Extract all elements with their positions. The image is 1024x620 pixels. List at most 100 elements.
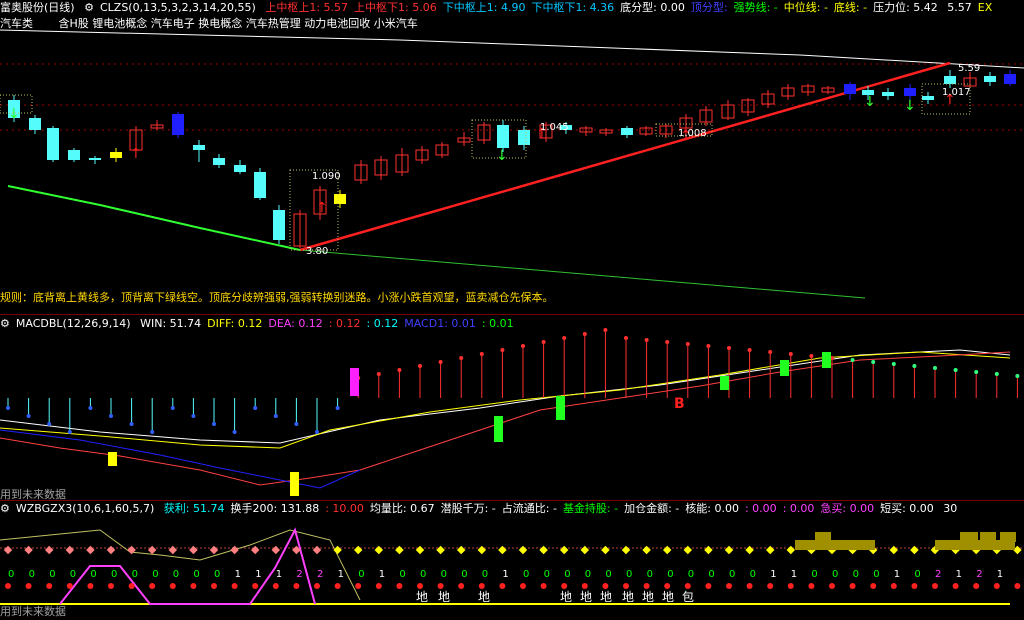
header3-item-9: : 0.00 xyxy=(744,502,777,515)
candle-body xyxy=(89,158,101,160)
wz-red-dot xyxy=(375,583,382,589)
wz-red-dot xyxy=(128,583,135,589)
signal-digit: 2 xyxy=(296,569,303,580)
wz-diamond xyxy=(539,545,548,555)
header3-item-13: 30 xyxy=(939,502,958,515)
macd-dot xyxy=(376,372,381,376)
wz-diamond xyxy=(230,545,239,555)
header3-item-11: 急买: 0.00 xyxy=(820,502,875,515)
panel-separator xyxy=(0,314,1024,315)
candle-body xyxy=(621,128,633,135)
sell-arrow: ↓ xyxy=(904,98,916,114)
signal-digit: 0 xyxy=(28,569,35,580)
signal-digit: 0 xyxy=(605,569,612,580)
ground-label: 地 xyxy=(416,590,429,604)
wz-diamond xyxy=(601,545,610,555)
header3-item-5: 占流通比: - xyxy=(501,502,557,515)
candle-body xyxy=(234,165,246,172)
sell-arrow: ↓ xyxy=(496,148,508,164)
macd-dot xyxy=(315,430,319,434)
price-label-p3: 1.008 xyxy=(678,128,707,139)
wz-diamond xyxy=(106,545,116,555)
wz-block xyxy=(960,532,978,542)
macd-dot xyxy=(891,362,896,366)
macd-dot xyxy=(953,368,958,372)
signal-digit: 0 xyxy=(646,569,653,580)
macd-b-mark: B xyxy=(674,396,685,412)
wz-diamond xyxy=(498,545,507,555)
signal-digit: 0 xyxy=(584,569,592,580)
wz-diamond xyxy=(209,545,219,555)
candle-body xyxy=(68,150,80,160)
signal-digit: 0 xyxy=(914,569,921,580)
buy-arrow: ↑ xyxy=(130,146,142,162)
wz-indicator-name[interactable]: WZBGZX3(10,6,1,60,5,7) xyxy=(16,502,154,515)
wz-diamond xyxy=(662,545,672,555)
candle-body xyxy=(497,125,509,148)
signal-digit: 1 xyxy=(275,569,283,580)
wz-red-dot xyxy=(499,583,506,589)
wz-red-dot xyxy=(355,583,362,589)
wz-red-dot xyxy=(272,583,279,589)
gear-icon[interactable]: ⚙ xyxy=(0,317,10,330)
ground-label: 地 xyxy=(622,590,635,604)
wz-diamond xyxy=(436,545,445,555)
wz-red-dot xyxy=(870,583,877,589)
signal-digit: 0 xyxy=(626,569,633,580)
signal-digit: 0 xyxy=(687,569,695,580)
header2-item-2: DEA: 0.12 xyxy=(268,317,323,330)
macd-dot xyxy=(6,406,10,410)
signal-digit: 0 xyxy=(852,569,859,580)
price-label-p2: 1.045 xyxy=(540,122,569,133)
sell-arrow: ↓ xyxy=(8,106,20,122)
signal-digit: 0 xyxy=(481,569,489,580)
macd-dot xyxy=(685,342,690,346)
macd-marker-bar xyxy=(780,360,789,376)
wz-diamond xyxy=(724,545,734,555)
wz-red-dot xyxy=(190,583,197,589)
header3-item-7: 加仓金额: - xyxy=(624,502,680,515)
wz-red-dot xyxy=(973,583,980,589)
macd-dot xyxy=(479,352,484,356)
macd-dot xyxy=(47,422,52,426)
macd-marker-bar xyxy=(720,376,729,390)
header3-item-3: 均量比: 0.67 xyxy=(369,502,435,515)
wz-red-dot xyxy=(890,583,897,589)
main-kline-chart[interactable]: ↑↑↑ ↑↑↓↓↓ ↓ xyxy=(0,0,1024,620)
macd-dot xyxy=(253,406,258,410)
macd-dot xyxy=(644,338,649,342)
wz-diamond xyxy=(65,545,75,555)
macd-dot xyxy=(418,364,422,368)
signal-digit: 2 xyxy=(976,569,983,580)
gear-icon[interactable]: ⚙ xyxy=(0,502,10,515)
macd-dot xyxy=(747,348,752,352)
wz-red-dot xyxy=(932,583,938,589)
macd-dot xyxy=(582,332,587,336)
wz-future-note: 用到未来数据 xyxy=(0,605,66,618)
macd-marker-bar xyxy=(822,352,831,368)
wz-red-dot xyxy=(767,583,774,589)
ground-label: 地 xyxy=(560,590,573,604)
wz-red-dot xyxy=(911,583,918,589)
price-label-p1: 1.090 xyxy=(312,171,341,182)
wz-diamond xyxy=(518,545,528,555)
candle-body xyxy=(47,128,59,160)
macd-marker-bar xyxy=(494,416,503,442)
header2-item-0: WIN: 51.74 xyxy=(140,317,202,330)
macd-dot xyxy=(933,366,937,370)
wz-diamond xyxy=(456,545,466,555)
macd-dot xyxy=(150,430,155,434)
rule-text: 规则：底背离上黄线多，顶背离下绿线空。顶底分歧辨强弱,强弱转换别迷路。小涨小跌首… xyxy=(0,291,554,304)
macd-dot xyxy=(912,364,917,368)
signal-digit: 1 xyxy=(337,569,344,580)
ground-label: 地 xyxy=(438,590,451,604)
candle-body xyxy=(29,118,41,130)
macd-dot xyxy=(191,414,196,418)
macd-indicator-name[interactable]: MACDBL(12,26,9,14) xyxy=(16,317,131,330)
header2-item-5: MACD1: 0.01 xyxy=(404,317,476,330)
header3-item-8: 核能: 0.00 xyxy=(685,502,739,515)
macd-dot xyxy=(232,430,237,434)
signal-digit: 2 xyxy=(317,569,324,580)
macd-dot xyxy=(212,422,216,426)
ground-label: 包 xyxy=(682,590,695,604)
